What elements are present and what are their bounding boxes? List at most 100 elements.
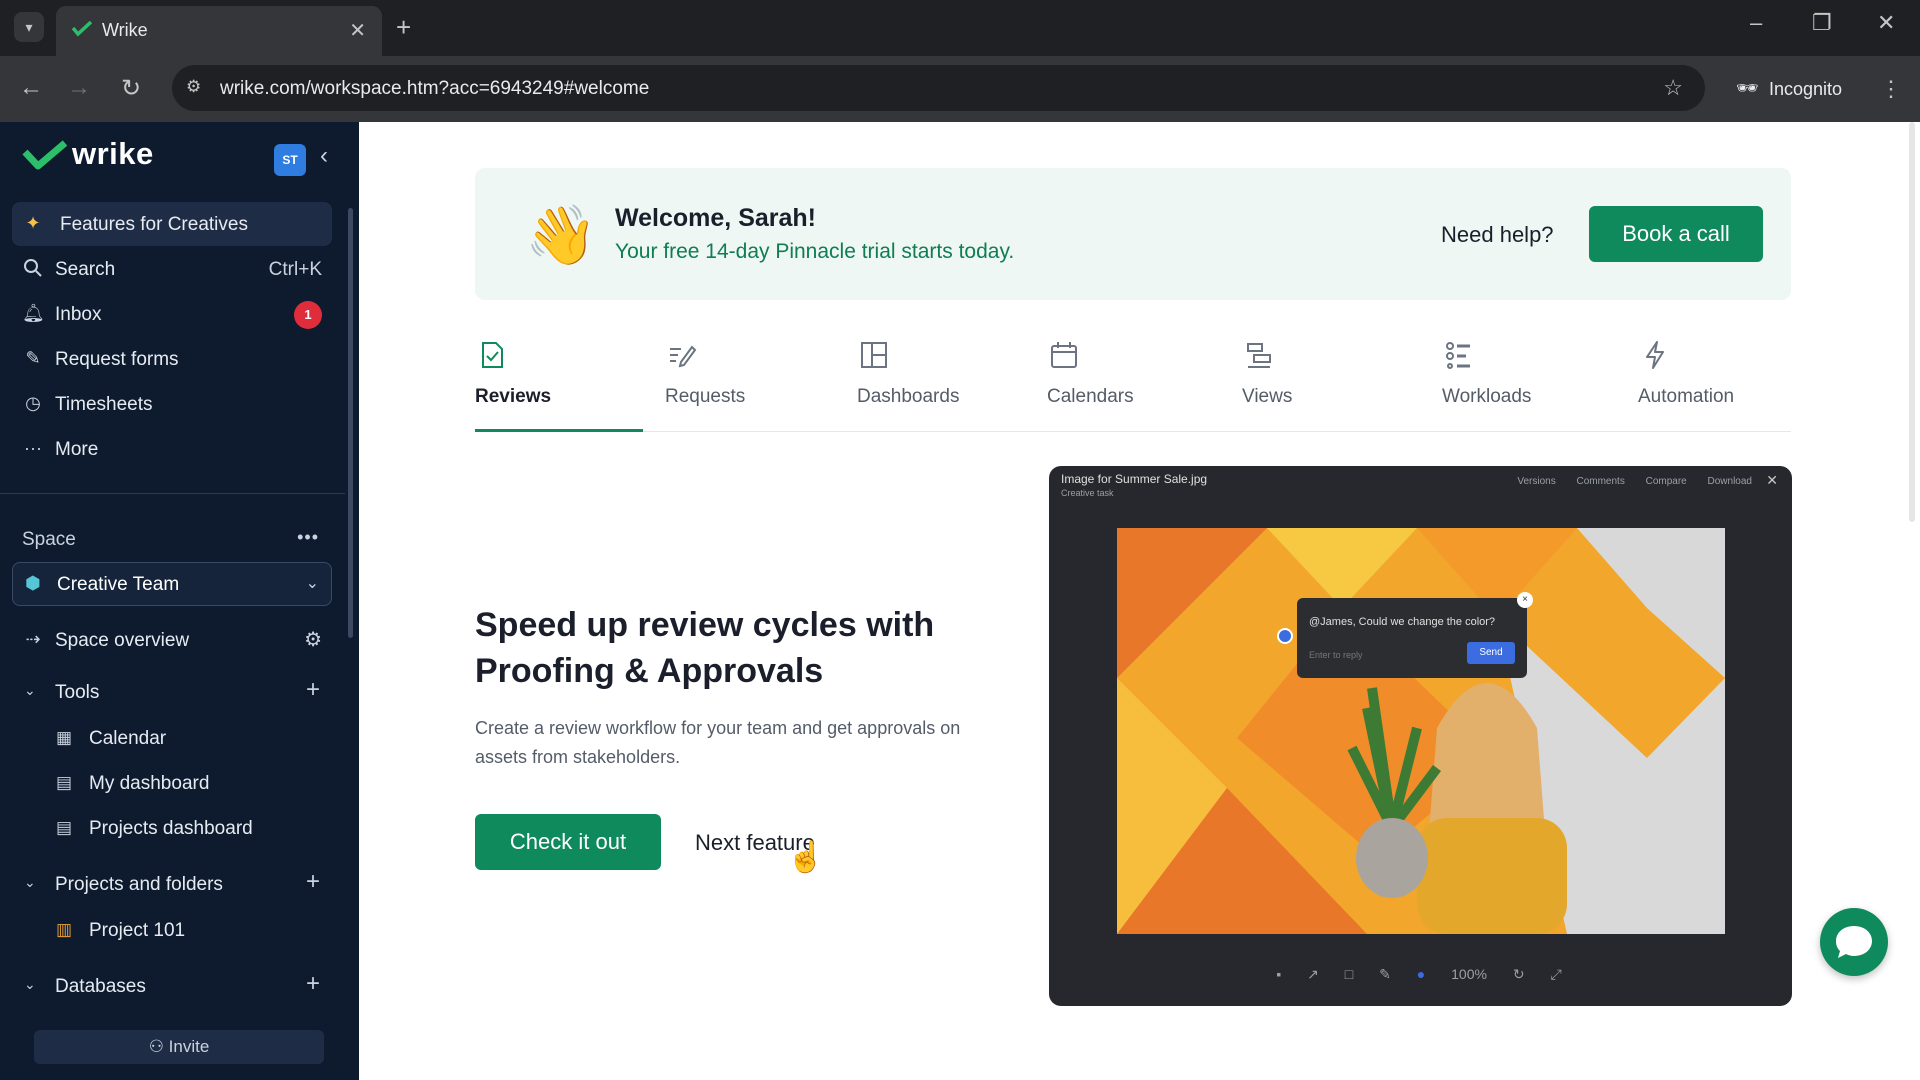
chevron-down-icon: ⌄ xyxy=(24,976,36,992)
space-options-icon[interactable]: ••• xyxy=(297,527,319,548)
browser-menu-icon[interactable]: ⋮ xyxy=(1880,76,1902,102)
tab-reviews[interactable]: Reviews xyxy=(475,328,643,432)
comment-text: @James, Could we change the color? xyxy=(1309,616,1496,628)
sidebar-scrollbar[interactable] xyxy=(348,208,353,638)
incognito-indicator[interactable]: 🕶 Incognito xyxy=(1722,66,1862,112)
workload-icon xyxy=(1446,342,1470,369)
incognito-label: Incognito xyxy=(1769,79,1843,99)
space-selected-label: Creative Team xyxy=(57,574,180,595)
tab-views[interactable]: Views xyxy=(1242,328,1342,432)
restore-icon[interactable]: ❐ xyxy=(1812,10,1832,36)
tool-item-my-dashboard[interactable]: ▤ My dashboard xyxy=(56,767,326,803)
tab-label: Calendars xyxy=(1047,386,1134,407)
main-content: 👋 Welcome, Sarah! Your free 14-day Pinna… xyxy=(359,122,1920,1080)
browser-tab-strip: ▾ Wrike ✕ + – ❐ ✕ xyxy=(0,0,1920,56)
sparkle-icon: ✦ xyxy=(25,213,41,233)
databases-section-header[interactable]: ⌄ Databases + xyxy=(22,970,332,1006)
chevron-down-icon: ⌄ xyxy=(305,575,319,592)
nav-inbox[interactable]: 🔔︎ Inbox 1 xyxy=(12,292,332,336)
tools-section-header[interactable]: ⌄ Tools + xyxy=(22,676,332,712)
tool-item-projects-dashboard[interactable]: ▤ Projects dashboard xyxy=(56,812,326,848)
window-close-icon[interactable]: ✕ xyxy=(1877,10,1895,36)
browser-tab[interactable]: Wrike ✕ xyxy=(56,6,382,56)
tool-item-calendar[interactable]: ▦ Calendar xyxy=(56,722,326,758)
site-info-icon[interactable]: ⚙ xyxy=(186,77,201,97)
project-item[interactable]: ▥ Project 101 xyxy=(56,914,326,950)
space-settings-gear-icon[interactable]: ⚙ xyxy=(304,627,322,652)
bell-icon: 🔔︎ xyxy=(22,303,45,323)
nav-label: Search xyxy=(55,259,116,280)
projects-section-header[interactable]: ⌄ Projects and folders + xyxy=(22,868,332,904)
tab-automation[interactable]: Automation xyxy=(1638,328,1778,432)
rect-tool-icon: □ xyxy=(1344,966,1354,982)
pen-tool-icon: ✎ xyxy=(1379,966,1391,982)
preview-toolbar: Versions Comments Compare Download xyxy=(1517,476,1752,487)
url-text[interactable]: wrike.com/workspace.htm?acc=6943249#welc… xyxy=(220,78,649,100)
check-it-out-button[interactable]: Check it out xyxy=(475,814,661,870)
tab-dashboards[interactable]: Dashboards xyxy=(857,328,997,432)
feature-title: Speed up review cycles with Proofing & A… xyxy=(475,606,935,690)
bookmark-star-icon[interactable]: ☆ xyxy=(1663,75,1683,101)
nav-label: Space overview xyxy=(55,630,190,651)
tab-calendars[interactable]: Calendars xyxy=(1047,328,1177,432)
tab-search-button[interactable]: ▾ xyxy=(14,12,44,42)
chevron-down-icon: ⌄ xyxy=(24,682,36,698)
nav-features-for-creatives[interactable]: ✦ Features for Creatives xyxy=(12,202,332,246)
nav-label: Timesheets xyxy=(55,394,153,415)
nav-space-overview[interactable]: ⇢ Space overview ⚙ xyxy=(12,618,332,662)
comment-reply-placeholder: Enter to reply xyxy=(1309,650,1363,660)
arrow-tool-icon: ↗ xyxy=(1307,966,1319,982)
invite-button[interactable]: ⚇ Invite xyxy=(34,1030,324,1064)
add-tool-icon[interactable]: + xyxy=(306,676,320,704)
back-icon[interactable]: ← xyxy=(16,74,46,102)
nav-request-forms[interactable]: ✎ Request forms xyxy=(12,337,332,381)
chevron-down-icon: ⌄ xyxy=(24,874,36,890)
space-selector[interactable]: ⬢ Creative Team ⌄ xyxy=(12,562,332,606)
wrike-check-icon xyxy=(22,140,68,170)
new-tab-button[interactable]: + xyxy=(396,12,411,42)
minimize-icon[interactable]: – xyxy=(1750,10,1762,36)
review-check-icon xyxy=(482,342,503,368)
proofing-preview-image: Image for Summer Sale.jpg Creative task … xyxy=(1049,466,1792,1006)
search-shortcut: Ctrl+K xyxy=(268,259,322,280)
welcome-banner: 👋 Welcome, Sarah! Your free 14-day Pinna… xyxy=(475,168,1791,300)
welcome-subtitle: Your free 14-day Pinnacle trial starts t… xyxy=(615,240,1015,263)
nav-more[interactable]: ··· More xyxy=(12,427,332,471)
calendar-icon: ▦ xyxy=(56,728,73,747)
book-a-call-button[interactable]: Book a call xyxy=(1589,206,1763,262)
add-database-icon[interactable]: + xyxy=(306,970,320,998)
close-tab-icon[interactable]: ✕ xyxy=(349,18,366,43)
collapse-sidebar-icon[interactable]: ‹ xyxy=(320,142,328,170)
dashboard-icon: ▤ xyxy=(56,818,73,837)
projects-heading: Projects and folders xyxy=(55,874,223,895)
nav-timesheets[interactable]: ◷ Timesheets xyxy=(12,382,332,426)
databases-heading: Databases xyxy=(55,976,146,997)
forward-icon[interactable]: → xyxy=(64,74,94,102)
tab-label: Views xyxy=(1242,386,1293,407)
tab-label: Workloads xyxy=(1442,386,1532,407)
tab-label: Reviews xyxy=(475,386,552,407)
tool-label: My dashboard xyxy=(89,773,210,794)
search-icon xyxy=(22,258,44,280)
tab-workloads[interactable]: Workloads xyxy=(1442,328,1572,432)
nav-label: Inbox xyxy=(55,304,102,325)
preview-close-icon: ✕ xyxy=(1766,472,1778,488)
color-dot-icon: ● xyxy=(1416,966,1426,982)
sample-photo: @James, Could we change the color? Enter… xyxy=(1117,528,1725,934)
chat-support-button[interactable] xyxy=(1820,908,1888,976)
browser-toolbar: ← → ↻ ⚙ wrike.com/workspace.htm?acc=6943… xyxy=(0,56,1920,122)
hand-cursor-icon: ☝ xyxy=(787,841,825,874)
main-scrollbar[interactable] xyxy=(1909,122,1915,522)
tab-requests[interactable]: Requests xyxy=(665,328,785,432)
wrike-logo[interactable]: wrike xyxy=(22,136,153,174)
add-project-icon[interactable]: + xyxy=(306,868,320,896)
preview-annotation-toolbar: ▪ ↗ □ ✎ ● 100% ↻ ⤢ xyxy=(1239,956,1599,992)
user-avatar[interactable]: ST xyxy=(274,144,306,176)
tool-label: Projects dashboard xyxy=(89,818,253,839)
dashboard-icon xyxy=(861,342,887,368)
reload-icon[interactable]: ↻ xyxy=(116,74,146,103)
nav-label: More xyxy=(55,439,99,460)
tab-label: Dashboards xyxy=(857,386,960,407)
address-bar[interactable]: ⚙ wrike.com/workspace.htm?acc=6943249#we… xyxy=(172,65,1705,111)
nav-search[interactable]: Search Ctrl+K xyxy=(12,247,332,291)
